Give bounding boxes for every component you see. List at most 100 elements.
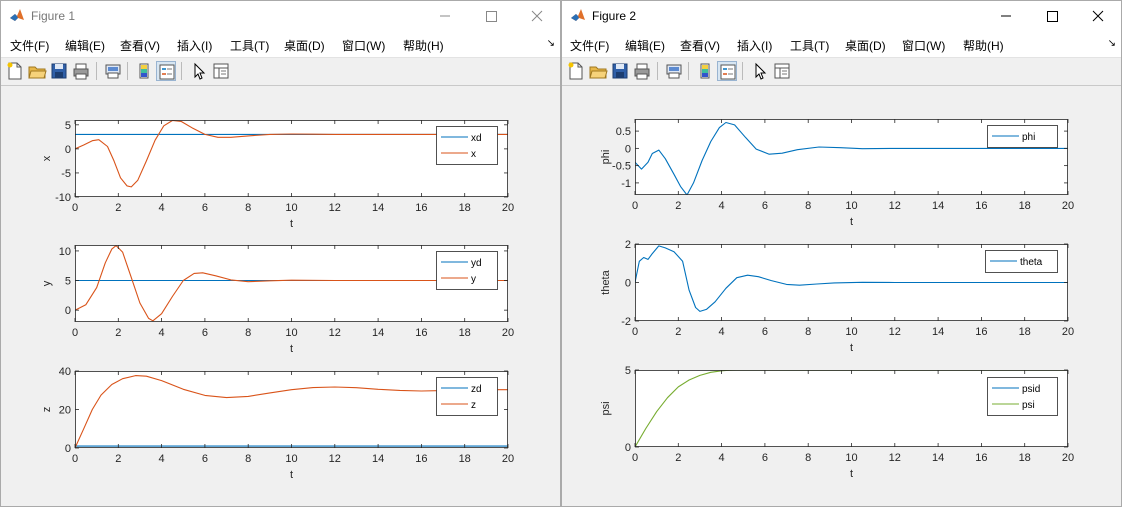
x-axis-label: t <box>290 343 293 355</box>
x-tick-label: 20 <box>1062 452 1074 464</box>
print-button[interactable] <box>632 61 652 81</box>
print-button[interactable] <box>71 61 91 81</box>
menu-file[interactable]: 文件(F) <box>10 37 49 54</box>
x-tick-label: 6 <box>762 452 768 464</box>
maximize-button[interactable] <box>468 1 514 31</box>
legend[interactable]: psid psi <box>987 377 1058 416</box>
legend-icon <box>720 64 736 80</box>
legend-button[interactable] <box>717 61 737 81</box>
menu-desktop[interactable]: 桌面(D) <box>284 37 325 54</box>
maximize-button[interactable] <box>1029 1 1075 31</box>
y-tick-label: -2 <box>621 316 631 328</box>
minimize-button[interactable] <box>422 1 468 31</box>
minimize-button[interactable] <box>983 1 1029 31</box>
legend[interactable]: zd z <box>436 377 498 416</box>
legend[interactable]: theta <box>985 250 1058 273</box>
axes-psi: 0 2 4 6 8 10 12 14 16 18 20 0 5 t psi psid psi <box>600 365 1074 480</box>
y-tick-label: 10 <box>59 246 71 258</box>
y-tick-label: 0 <box>625 442 631 454</box>
x-tick-label: 0 <box>632 326 638 338</box>
legend[interactable]: phi <box>987 125 1058 148</box>
x-tick-label: 6 <box>202 453 208 465</box>
colorbar-button[interactable] <box>695 61 715 81</box>
menu-edit[interactable]: 编辑(E) <box>625 37 665 54</box>
menu-window[interactable]: 窗口(W) <box>342 37 385 54</box>
property-inspector-button[interactable] <box>211 61 231 81</box>
menu-help[interactable]: 帮助(H) <box>963 37 1004 54</box>
menu-window[interactable]: 窗口(W) <box>902 37 945 54</box>
figure-toolbar <box>562 58 1121 86</box>
y-tick-label: 0 <box>625 143 631 155</box>
menu-help[interactable]: 帮助(H) <box>403 37 444 54</box>
menu-tools[interactable]: 工具(T) <box>790 37 829 54</box>
x-tick-label: 6 <box>202 202 208 214</box>
new-file-icon <box>7 62 22 80</box>
menu-insert[interactable]: 插入(I) <box>177 37 212 54</box>
x-axis-label: t <box>850 342 853 354</box>
pointer-select-icon <box>755 62 767 80</box>
open-folder-button[interactable] <box>27 61 47 81</box>
save-button[interactable] <box>610 61 630 81</box>
menu-tools[interactable]: 工具(T) <box>230 37 269 54</box>
minimize-icon <box>1001 15 1011 17</box>
pointer-select-button[interactable] <box>750 61 770 81</box>
x-tick-label: 2 <box>675 200 681 212</box>
y-axis-label: phi <box>600 150 612 165</box>
x-tick-label: 12 <box>889 200 901 212</box>
property-inspector-button[interactable] <box>772 61 792 81</box>
x-tick-label: 18 <box>459 202 471 214</box>
close-icon <box>1092 10 1104 22</box>
open-folder-button[interactable] <box>588 61 608 81</box>
legend-box <box>436 251 498 290</box>
close-button[interactable] <box>1075 1 1121 31</box>
legend-box <box>436 377 498 416</box>
save-button[interactable] <box>49 61 69 81</box>
x-tick-label: 12 <box>329 453 341 465</box>
x-axis-label: t <box>850 216 853 228</box>
title-bar[interactable]: Figure 2 <box>562 1 1121 31</box>
new-file-button[interactable] <box>5 61 25 81</box>
x-tick-label: 18 <box>459 453 471 465</box>
menu-insert[interactable]: 插入(I) <box>737 37 772 54</box>
menu-view[interactable]: 查看(V) <box>680 37 720 54</box>
y-tick-label: -1 <box>621 178 631 190</box>
legend[interactable]: yd y <box>436 251 498 290</box>
toolbar-separator <box>688 62 689 80</box>
menu-desktop[interactable]: 桌面(D) <box>845 37 886 54</box>
legend-box <box>436 126 498 165</box>
title-bar[interactable]: Figure 1 <box>1 1 560 31</box>
legend-entry-psid: psid <box>1022 384 1040 395</box>
axes-y: 0 2 4 6 8 10 12 14 16 18 20 0 5 10 t y yd y <box>41 245 514 355</box>
x-tick-label: 14 <box>932 326 944 338</box>
menu-view[interactable]: 查看(V) <box>120 37 160 54</box>
menu-overflow-arrow-icon[interactable]: ↘ <box>547 38 555 49</box>
print-preview-button[interactable] <box>103 61 123 81</box>
pointer-select-icon <box>194 62 206 80</box>
x-tick-label: 10 <box>845 452 857 464</box>
legend[interactable]: xd x <box>436 126 498 165</box>
close-button[interactable] <box>514 1 560 31</box>
x-tick-label: 12 <box>889 452 901 464</box>
x-tick-label: 2 <box>675 452 681 464</box>
toolbar-separator <box>657 62 658 80</box>
x-axis-label: t <box>850 468 853 480</box>
print-preview-icon <box>666 64 682 79</box>
menu-file[interactable]: 文件(F) <box>570 37 609 54</box>
x-tick-label: 14 <box>932 452 944 464</box>
print-preview-button[interactable] <box>664 61 684 81</box>
colorbar-button[interactable] <box>134 61 154 81</box>
maximize-icon <box>486 11 497 22</box>
x-tick-label: 0 <box>632 452 638 464</box>
legend-entry-phi: phi <box>1022 132 1035 143</box>
menu-overflow-arrow-icon[interactable]: ↘ <box>1108 38 1116 49</box>
legend-entry-theta: theta <box>1020 257 1043 268</box>
axes-z: 0 2 4 6 8 10 12 14 16 18 20 0 20 40 t z zd z <box>41 366 514 481</box>
figure-toolbar <box>1 58 560 86</box>
x-tick-label: 12 <box>329 327 341 339</box>
legend-button[interactable] <box>156 61 176 81</box>
pointer-select-button[interactable] <box>189 61 209 81</box>
menu-edit[interactable]: 编辑(E) <box>65 37 105 54</box>
x-tick-label: 10 <box>285 453 297 465</box>
new-file-button[interactable] <box>566 61 586 81</box>
x-tick-label: 14 <box>372 202 384 214</box>
